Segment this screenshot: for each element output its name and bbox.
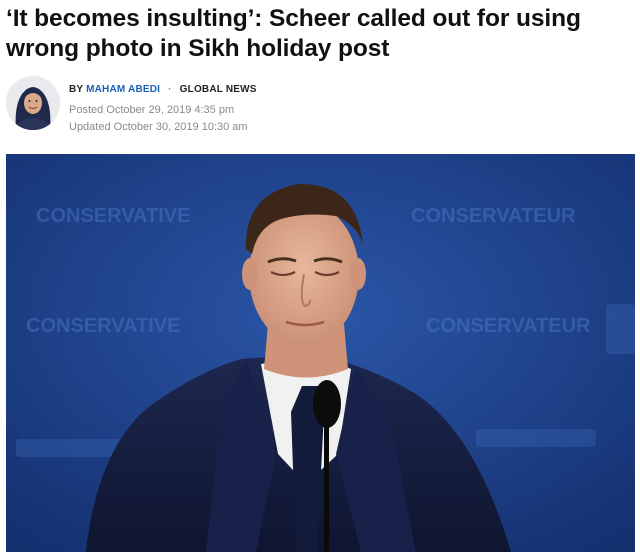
byline-prefix: BY xyxy=(69,84,84,95)
author-link[interactable]: MAHAM ABEDI xyxy=(86,84,160,95)
backdrop-text: CONSERVATEUR xyxy=(411,205,576,227)
author-byline: BY MAHAM ABEDI · GLOBAL NEWS Posted Octo… xyxy=(6,76,634,136)
backdrop-text: CONSERVATIVE xyxy=(36,205,190,227)
article-headline: ‘It becomes insulting’: Scheer called ou… xyxy=(6,5,581,62)
author-avatar[interactable] xyxy=(6,76,60,130)
byline-separator: · xyxy=(168,84,172,95)
outlet-name: GLOBAL NEWS xyxy=(179,84,257,95)
backdrop-text: CONSERVATIVE xyxy=(26,315,180,337)
backdrop-text: CONSERVATEUR xyxy=(426,315,591,337)
updated-date: Updated October 30, 2019 10:30 am xyxy=(69,121,248,133)
hero-photo: CONSERVATIVE CONSERVATEUR CONSERVATIVE C… xyxy=(6,154,635,552)
posted-date: Posted October 29, 2019 4:35 pm xyxy=(69,104,235,116)
